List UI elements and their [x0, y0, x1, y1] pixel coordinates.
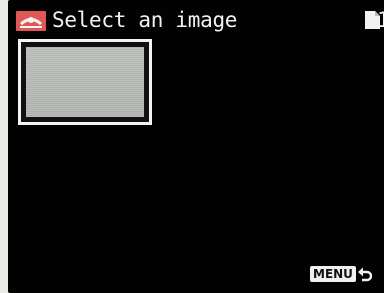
menu-back-button[interactable]: MENU [310, 263, 372, 282]
menu-label: MENU [310, 265, 356, 282]
header-bar: Select an image 1 [8, 0, 384, 38]
screen-title: Select an image [52, 8, 238, 32]
camera-screen: Select an image 1 MENU [8, 0, 384, 293]
thumbnail-image [26, 47, 144, 117]
image-count: 1 [377, 8, 384, 32]
image-thumbnail[interactable] [18, 39, 152, 125]
print-image-icon [16, 11, 46, 31]
return-arrow-icon [357, 267, 372, 281]
